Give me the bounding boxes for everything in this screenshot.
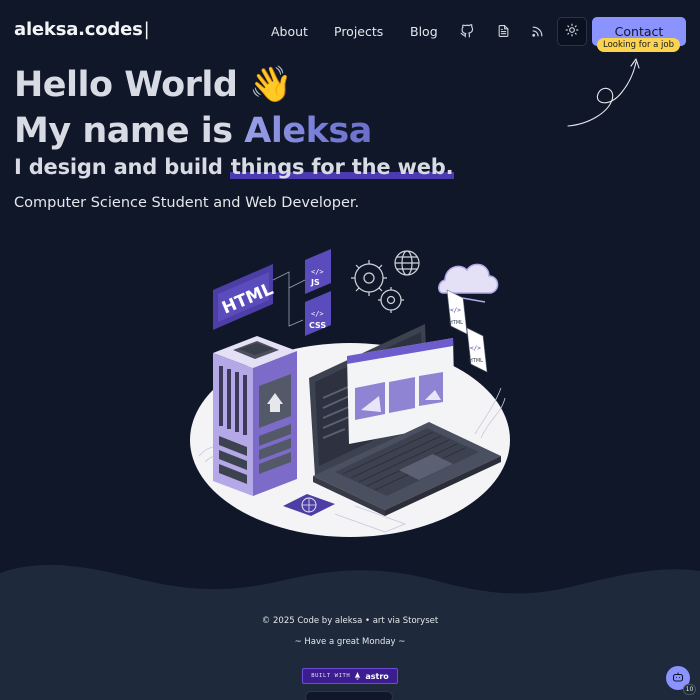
bottom-toolbar[interactable]: [305, 691, 393, 700]
svg-text:HTML: HTML: [469, 358, 483, 364]
hero-tagline-highlight: things for the web.: [229, 155, 455, 179]
footer-credit: © 2025 Code by aleksa • art via Storyset: [261, 616, 439, 626]
badge-built-text: BUILT WITH: [311, 673, 351, 679]
server-tower-icon: [213, 336, 297, 496]
arrow-doodle-icon: [567, 58, 640, 127]
css-badge-icon: </> CSS: [305, 291, 331, 336]
hero-name-highlight: Aleksa: [244, 111, 372, 151]
svg-text:</>: </>: [470, 345, 481, 352]
svg-text:JS: JS: [310, 278, 320, 287]
hero-subtitle: Computer Science Student and Web Develop…: [14, 195, 360, 211]
wave-emoji-icon: 👋: [249, 65, 293, 105]
chat-icon: [672, 669, 684, 688]
chat-count-badge: 10: [683, 684, 696, 695]
badge-astro-text: astro: [365, 671, 389, 681]
job-status-badge: Looking for a job: [597, 38, 681, 52]
svg-text:</>: </>: [311, 268, 324, 276]
astro-logo-icon: [355, 672, 361, 680]
globe-icon: [394, 250, 420, 276]
hero-name-prefix: My name is: [14, 111, 245, 151]
built-with-astro-badge[interactable]: BUILT WITH astro: [302, 668, 398, 684]
nav-projects[interactable]: Projects: [334, 24, 383, 39]
footer-greeting: ~ Have a great Monday ~: [294, 637, 406, 647]
hero-name: My name is Aleksa: [14, 111, 372, 151]
document-icon[interactable]: [492, 20, 514, 42]
hero-tagline: I design and build things for the web.: [14, 155, 455, 179]
js-badge-icon: </> JS: [305, 249, 331, 294]
nav-about[interactable]: About: [271, 24, 308, 39]
connector-lines-icon: [272, 271, 306, 327]
svg-text:</>: </>: [311, 310, 324, 318]
rss-icon[interactable]: [526, 20, 548, 42]
web-development-illustration: HTML </> JS </> CSS </> HTML </> HTML: [190, 249, 510, 537]
svg-text:HTML: HTML: [449, 320, 463, 326]
github-icon[interactable]: [456, 20, 478, 42]
hero-greeting-text: Hello World: [14, 65, 238, 105]
svg-text:CSS: CSS: [309, 321, 326, 330]
theme-toggle-button[interactable]: [557, 17, 587, 46]
hero-tagline-prefix: I design and build: [14, 155, 230, 179]
logo-text: aleksa.codes: [14, 19, 143, 40]
sun-icon: [565, 22, 579, 41]
html-badge-icon: HTML: [213, 264, 276, 330]
nav-blog[interactable]: Blog: [410, 24, 438, 39]
hero-greeting: Hello World 👋: [14, 64, 293, 105]
logo-cursor: |: [143, 19, 150, 40]
svg-text:</>: </>: [450, 307, 461, 314]
site-logo[interactable]: aleksa.codes|: [14, 19, 150, 40]
